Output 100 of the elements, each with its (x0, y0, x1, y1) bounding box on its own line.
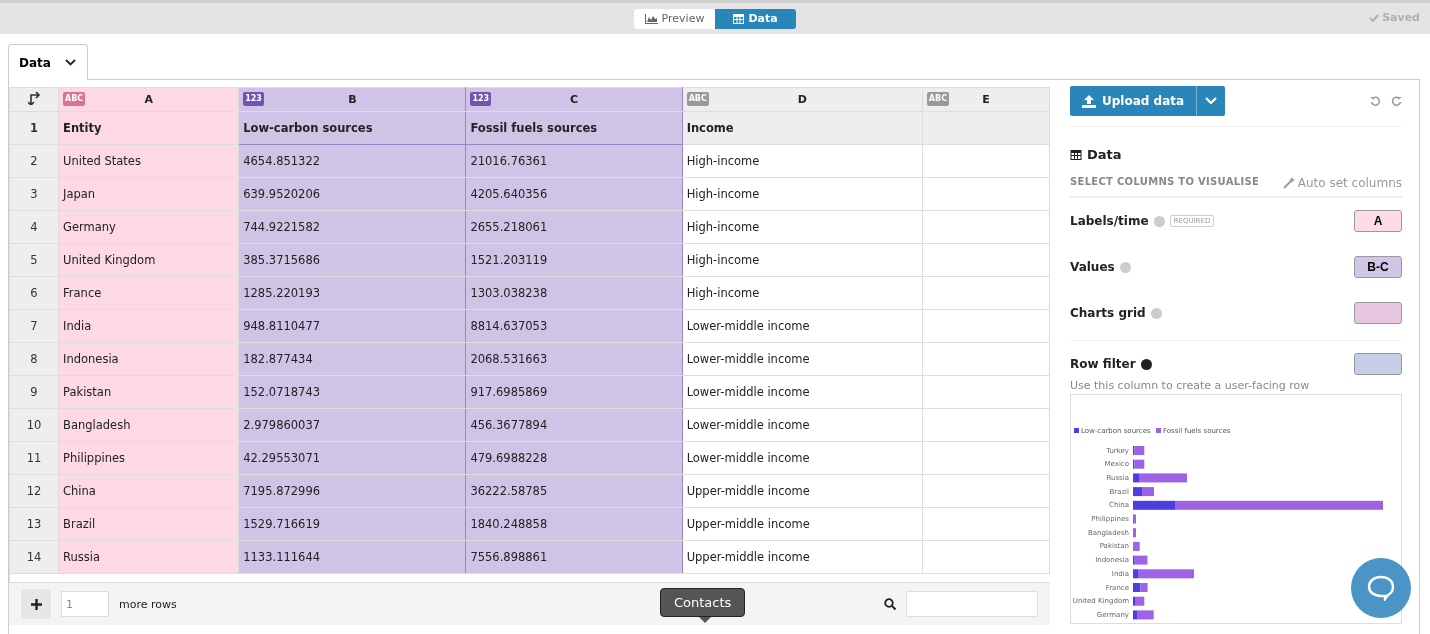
upload-data-button[interactable]: Upload data (1070, 86, 1197, 116)
table-cell[interactable] (922, 507, 1050, 541)
table-cell[interactable]: Lower-middle income (682, 441, 923, 475)
table-cell[interactable]: Russia (58, 540, 239, 574)
column-header[interactable]: 123 C (465, 87, 683, 112)
table-cell[interactable] (922, 111, 1050, 145)
table-cell[interactable]: Upper-middle income (682, 474, 923, 508)
sheet-tab[interactable]: Data (8, 44, 88, 80)
column-selector[interactable] (1354, 353, 1402, 375)
column-type-tag: ABC (63, 92, 86, 106)
column-selector[interactable]: B-C (1354, 256, 1402, 278)
table-cell[interactable] (922, 309, 1050, 343)
table-cell[interactable]: 385.3715686 (238, 243, 466, 277)
table-cell[interactable]: 456.3677894 (465, 408, 683, 442)
table-cell[interactable]: High-income (682, 243, 923, 277)
table-cell[interactable]: Entity (58, 111, 239, 145)
table-cell[interactable]: United States (58, 144, 239, 178)
table-cell[interactable]: France (58, 276, 239, 310)
table-cell[interactable]: United Kingdom (58, 243, 239, 277)
table-cell[interactable]: Upper-middle income (682, 507, 923, 541)
table-cell[interactable]: 1529.716619 (238, 507, 466, 541)
table-cell[interactable] (922, 210, 1050, 244)
table-cell[interactable]: Germany (58, 210, 239, 244)
upload-options-button[interactable] (1196, 86, 1226, 116)
table-cell[interactable]: Lower-middle income (682, 375, 923, 409)
table-cell[interactable]: India (58, 309, 239, 343)
table-cell[interactable]: Brazil (58, 507, 239, 541)
table-cell[interactable] (922, 375, 1050, 409)
table-cell[interactable]: 36222.58785 (465, 474, 683, 508)
table-cell[interactable]: 2655.218061 (465, 210, 683, 244)
table-cell[interactable]: 4205.640356 (465, 177, 683, 211)
column-header[interactable]: ABC D (682, 87, 923, 112)
table-cell[interactable]: 479.6988228 (465, 441, 683, 475)
search-field[interactable] (906, 591, 1038, 617)
table-cell[interactable]: 1840.248858 (465, 507, 683, 541)
table-cell[interactable]: High-income (682, 144, 923, 178)
table-cell[interactable]: Philippines (58, 441, 239, 475)
redo-icon[interactable] (1391, 95, 1402, 107)
transpose-icon[interactable] (27, 91, 41, 105)
table-cell[interactable]: China (58, 474, 239, 508)
column-header[interactable]: 123 B (238, 87, 466, 112)
table-cell[interactable]: 1521.203119 (465, 243, 683, 277)
table-cell[interactable]: 917.6985869 (465, 375, 683, 409)
table-cell[interactable]: 7556.898861 (465, 540, 683, 574)
column-header[interactable]: ABC A (58, 87, 239, 112)
table-cell[interactable]: 42.29553071 (238, 441, 466, 475)
row-count-field[interactable]: 1 (61, 591, 109, 617)
table-cell[interactable]: Lower-middle income (682, 309, 923, 343)
chat-button[interactable] (1351, 558, 1411, 618)
row-number: 2 (9, 144, 59, 178)
table-cell[interactable]: 2068.531663 (465, 342, 683, 376)
table-cell[interactable]: 1133.111644 (238, 540, 466, 574)
table-cell[interactable] (922, 342, 1050, 376)
table-cell[interactable]: Income (682, 111, 923, 145)
binding-label: Values (1070, 260, 1115, 274)
column-selector[interactable]: A (1354, 210, 1402, 232)
view-tab[interactable]: Preview (634, 8, 715, 29)
table-cell[interactable]: Pakistan (58, 375, 239, 409)
view-tab[interactable]: Data (715, 8, 796, 29)
help-icon[interactable] (1140, 358, 1152, 370)
table-cell[interactable]: 7195.872996 (238, 474, 466, 508)
table-cell[interactable]: High-income (682, 210, 923, 244)
table-cell[interactable]: 21016.76361 (465, 144, 683, 178)
binding-label: Row filter (1070, 357, 1136, 371)
table-cell[interactable] (922, 540, 1050, 574)
column-header[interactable]: ABC E (922, 87, 1050, 112)
chart-bar (1133, 528, 1136, 538)
table-cell[interactable] (922, 243, 1050, 277)
table-cell[interactable] (922, 408, 1050, 442)
table-cell[interactable]: 1285.220193 (238, 276, 466, 310)
table-cell[interactable]: Upper-middle income (682, 540, 923, 574)
table-cell[interactable]: 744.9221582 (238, 210, 466, 244)
chart-bar (1133, 541, 1140, 551)
table-cell[interactable] (922, 441, 1050, 475)
table-cell[interactable]: Lower-middle income (682, 342, 923, 376)
table-cell[interactable]: 639.9520206 (238, 177, 466, 211)
table-cell[interactable]: 182.877434 (238, 342, 466, 376)
legend-marker (1156, 428, 1161, 433)
table-cell[interactable]: Bangladesh (58, 408, 239, 442)
table-cell[interactable]: Low-carbon sources (238, 111, 466, 145)
table-cell[interactable]: High-income (682, 177, 923, 211)
table-cell[interactable] (922, 177, 1050, 211)
table-cell[interactable]: 4654.851322 (238, 144, 466, 178)
table-cell[interactable] (922, 474, 1050, 508)
row-number: 14 (9, 540, 59, 574)
table-cell[interactable]: Indonesia (58, 342, 239, 376)
table-cell[interactable]: Japan (58, 177, 239, 211)
table-cell[interactable] (922, 276, 1050, 310)
add-rows-button[interactable] (21, 589, 51, 619)
table-cell[interactable]: High-income (682, 276, 923, 310)
table-cell[interactable] (922, 144, 1050, 178)
table-cell[interactable]: 1303.038238 (465, 276, 683, 310)
table-cell[interactable]: Fossil fuels sources (465, 111, 683, 145)
column-selector[interactable] (1354, 302, 1402, 324)
table-cell[interactable]: 8814.637053 (465, 309, 683, 343)
undo-icon[interactable] (1370, 95, 1381, 107)
table-cell[interactable]: 2.979860037 (238, 408, 466, 442)
table-cell[interactable]: Lower-middle income (682, 408, 923, 442)
table-cell[interactable]: 152.0718743 (238, 375, 466, 409)
table-cell[interactable]: 948.8110477 (238, 309, 466, 343)
